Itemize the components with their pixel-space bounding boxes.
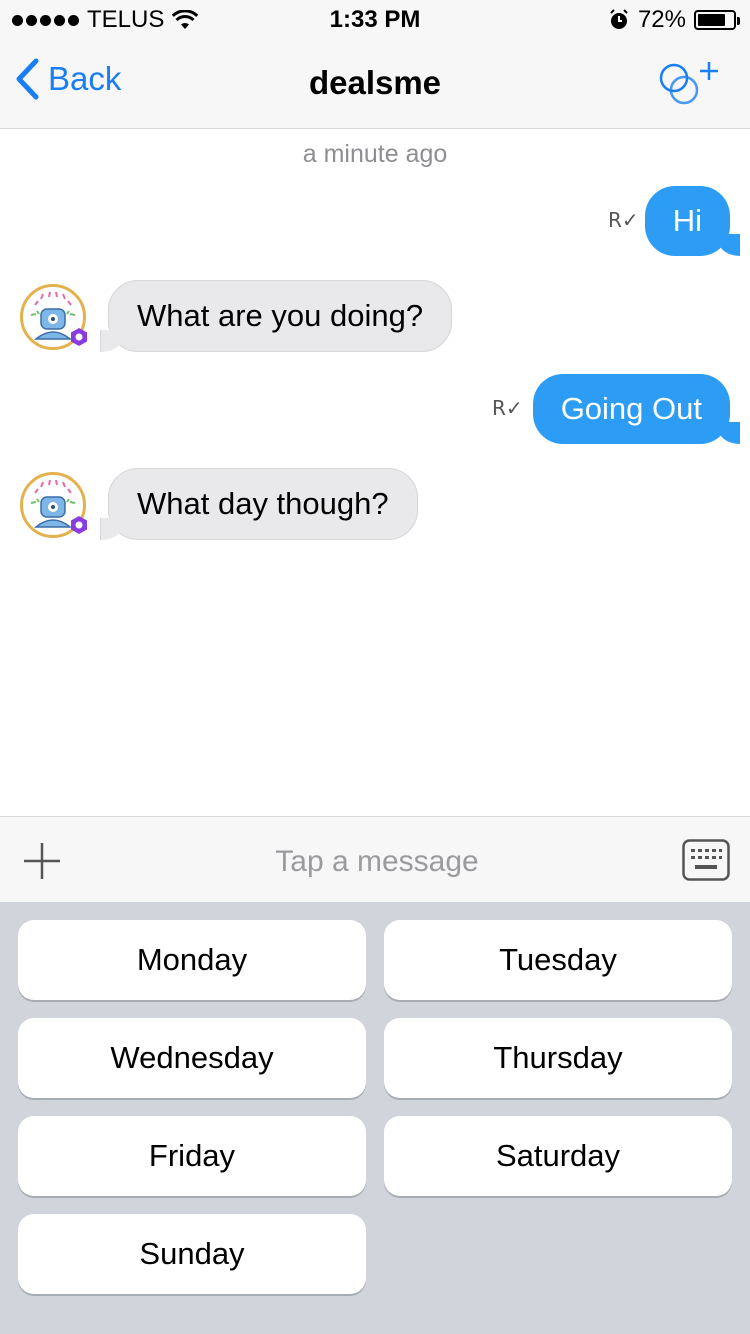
incoming-message-bubble[interactable]: What day though? [100,468,418,540]
bot-avatar[interactable] [20,284,87,350]
status-bar: TELUS 1:33 PM 72% [0,0,750,40]
quick-replies-panel: Monday Tuesday Wednesday Thursday Friday… [0,902,750,1334]
add-participant-icon[interactable] [654,58,722,110]
message-timestamp: a minute ago [302,140,448,168]
quick-reply-saturday[interactable]: Saturday [384,1116,732,1196]
read-receipt-icon: R✓ [492,396,523,420]
conversation-title: dealsme [308,64,442,101]
outgoing-message-bubble[interactable]: Going Out [532,374,741,444]
alarm-icon [610,9,628,29]
message-composer [0,816,750,903]
quick-reply-monday[interactable]: Monday [18,920,366,1000]
outgoing-message-bubble[interactable]: Hi [644,186,741,256]
hexagon-badge-icon [71,516,87,534]
incoming-message-bubble[interactable]: What are you doing? [99,280,453,352]
bot-avatar[interactable] [20,472,87,538]
keyboard-icon[interactable] [682,839,730,881]
read-receipt-icon: R✓ [608,208,639,232]
battery-icon [694,10,740,30]
quick-reply-sunday[interactable]: Sunday [18,1214,366,1294]
message-input[interactable] [120,837,634,887]
quick-reply-wednesday[interactable]: Wednesday [18,1018,366,1098]
quick-reply-thursday[interactable]: Thursday [384,1018,732,1098]
status-right: 72% [608,6,740,34]
quick-reply-friday[interactable]: Friday [18,1116,366,1196]
hexagon-badge-icon [71,328,87,346]
quick-reply-tuesday[interactable]: Tuesday [384,920,732,1000]
plus-icon[interactable] [22,841,62,881]
battery-percent: 72% [637,6,686,33]
navigation-bar: Back dealsme [0,40,750,129]
